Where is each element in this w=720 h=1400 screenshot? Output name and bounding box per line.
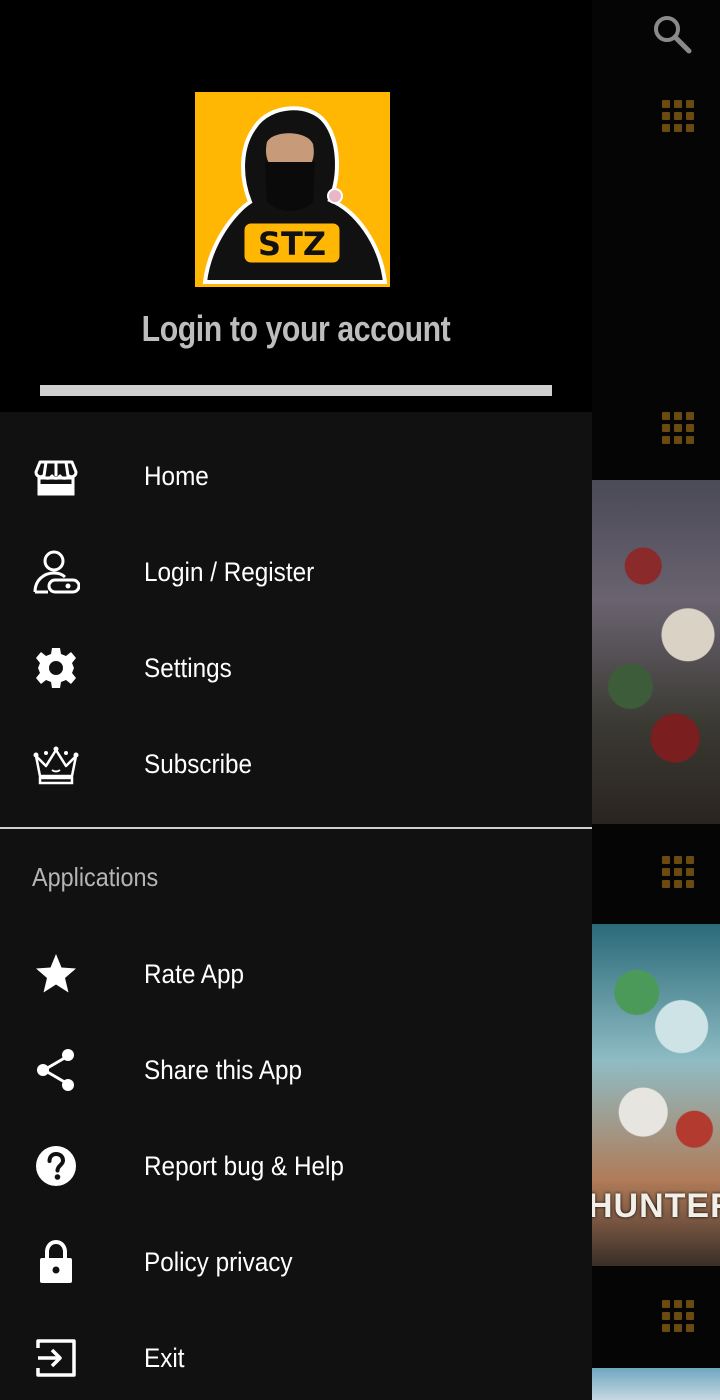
grid-icon[interactable] — [662, 856, 698, 892]
avatar-text: STZ — [258, 225, 326, 263]
grid-icon[interactable] — [662, 100, 698, 136]
anime-poster[interactable]: HUNTER — [592, 924, 720, 1266]
progress-bar — [40, 385, 552, 396]
menu-item-exit[interactable]: Exit — [0, 1310, 592, 1400]
menu-item-label: Settings — [144, 652, 232, 683]
progress-fill — [40, 385, 552, 396]
exit-icon — [36, 1339, 76, 1377]
menu-item-label: Login / Register — [144, 556, 315, 587]
share-icon — [37, 1049, 74, 1091]
user-key-icon — [33, 550, 80, 594]
menu-item-label: Share this App — [144, 1054, 303, 1085]
menu-item-label: Home — [144, 460, 209, 491]
star-icon — [36, 954, 76, 993]
avatar-illustration: STZ — [202, 106, 388, 284]
menu-item-label: Policy privacy — [144, 1246, 293, 1277]
avatar[interactable]: STZ — [195, 92, 390, 287]
anime-poster[interactable] — [592, 1368, 720, 1400]
section-label-applications: Applications — [32, 862, 159, 892]
menu-item-subscribe[interactable]: Subscribe — [0, 716, 592, 812]
menu-item-rate-app[interactable]: Rate App — [0, 926, 592, 1022]
crown-icon — [33, 746, 79, 785]
navigation-drawer: STZ Login to your account Home Login / R… — [0, 0, 592, 1400]
login-prompt[interactable]: Login to your account — [47, 308, 544, 350]
help-icon — [36, 1146, 76, 1186]
menu-item-label: Rate App — [144, 958, 244, 989]
store-icon — [34, 460, 78, 496]
menu-item-label: Report bug & Help — [144, 1150, 344, 1181]
anime-poster[interactable] — [592, 480, 720, 824]
drawer-header: STZ Login to your account — [0, 0, 592, 412]
menu-item-login[interactable]: Login / Register — [0, 524, 592, 620]
lock-icon — [40, 1239, 72, 1283]
grid-icon[interactable] — [662, 412, 698, 448]
menu-item-label: Subscribe — [144, 748, 253, 779]
poster-title: HUNTER — [592, 1187, 720, 1225]
divider — [0, 827, 592, 829]
menu-item-home[interactable]: Home — [0, 428, 592, 524]
menu-item-share-app[interactable]: Share this App — [0, 1022, 592, 1118]
search-icon[interactable] — [650, 12, 694, 56]
menu-item-settings[interactable]: Settings — [0, 620, 592, 716]
grid-icon[interactable] — [662, 1300, 698, 1336]
menu-item-report-bug[interactable]: Report bug & Help — [0, 1118, 592, 1214]
gear-icon — [36, 648, 76, 688]
menu-item-label: Exit — [144, 1342, 185, 1373]
menu-item-privacy-policy[interactable]: Policy privacy — [0, 1214, 592, 1310]
